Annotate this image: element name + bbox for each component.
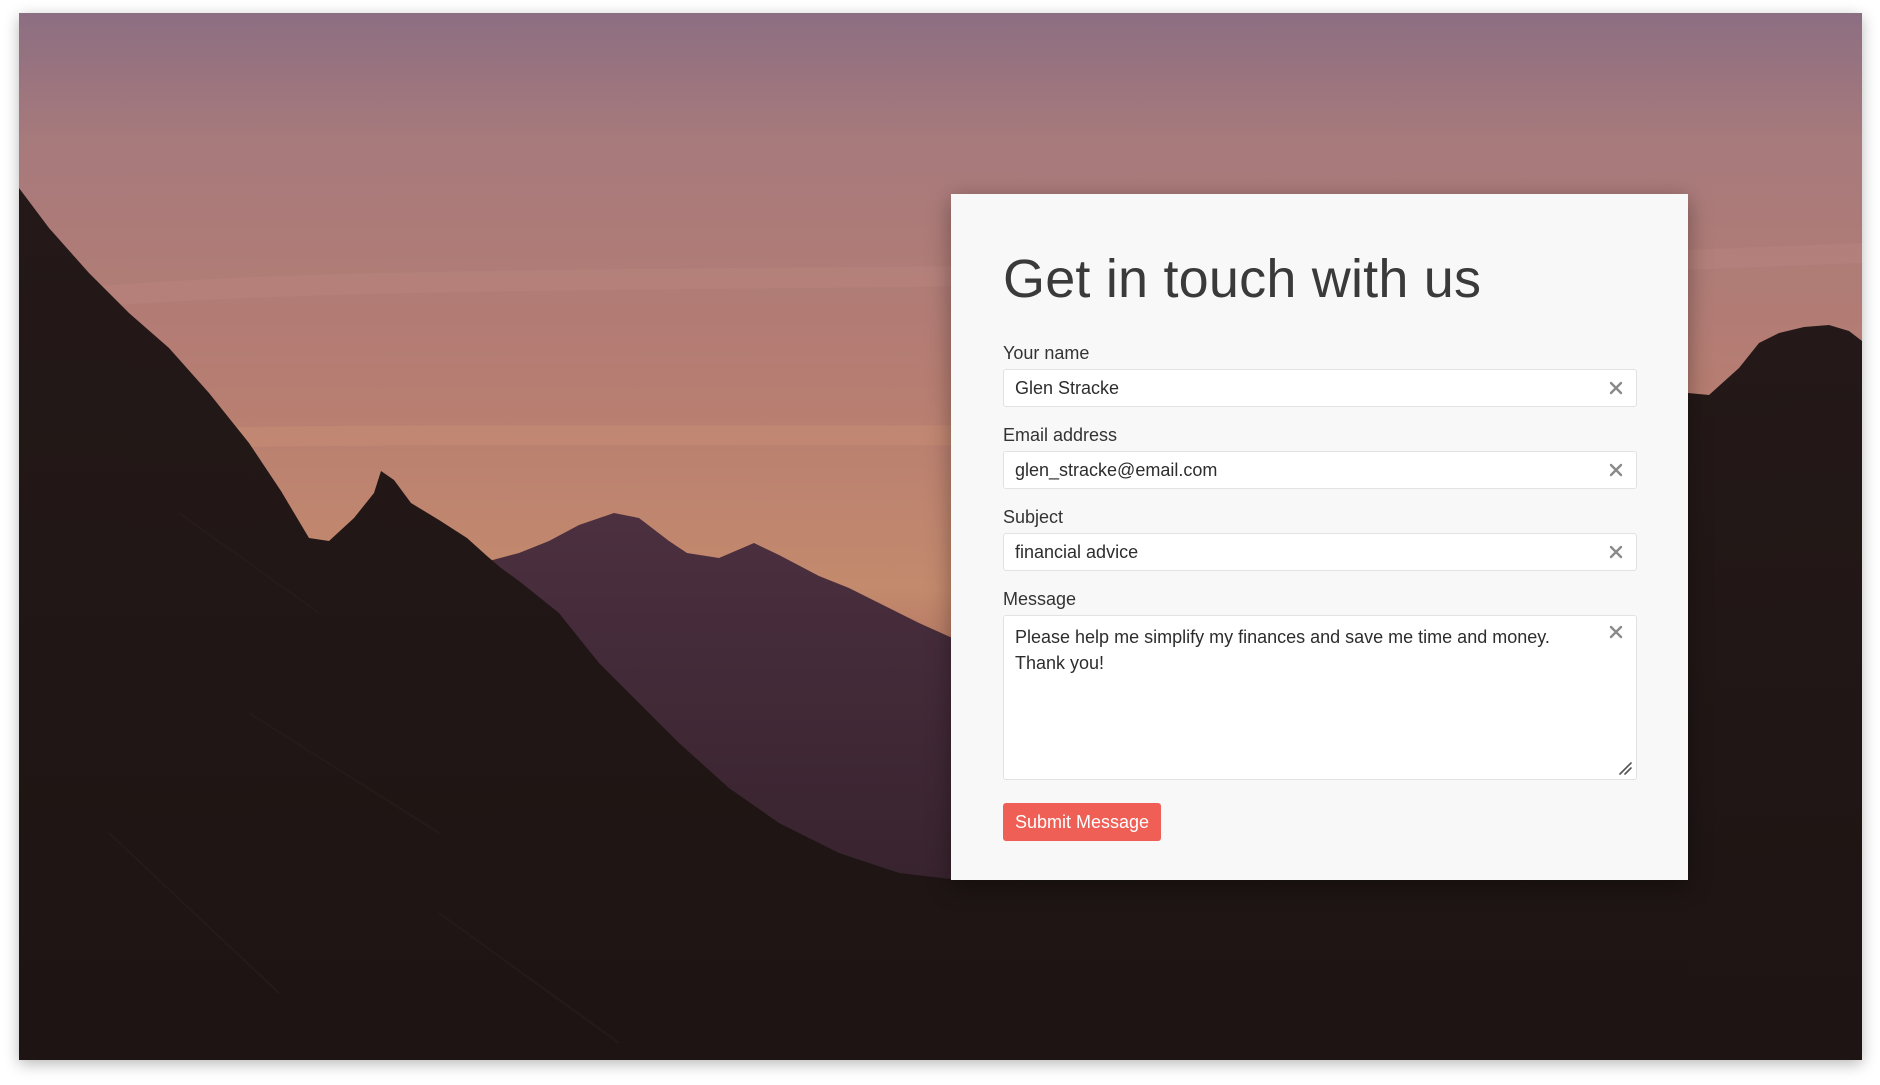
submit-message-button[interactable]: Submit Message <box>1003 803 1162 841</box>
email-field-group: Email address <box>1003 425 1637 489</box>
resize-handle-icon[interactable] <box>1618 761 1632 775</box>
subject-field-group: Subject <box>1003 507 1637 571</box>
close-icon[interactable] <box>1606 378 1626 398</box>
contact-form-card: Get in touch with us Your name Email add… <box>951 194 1688 880</box>
subject-input-box <box>1003 533 1637 571</box>
close-icon[interactable] <box>1606 622 1626 642</box>
message-textarea[interactable]: Please help me simplify my finances and … <box>1004 616 1585 774</box>
name-field-group: Your name <box>1003 343 1637 407</box>
name-input-box <box>1003 369 1637 407</box>
email-input-box <box>1003 451 1637 489</box>
message-textarea-box: Please help me simplify my finances and … <box>1003 615 1637 780</box>
close-icon[interactable] <box>1606 542 1626 562</box>
page-frame: Get in touch with us Your name Email add… <box>19 13 1862 1060</box>
email-label: Email address <box>1003 425 1118 445</box>
message-field-group: Message Please help me simplify my finan… <box>1003 589 1637 780</box>
name-input[interactable] <box>1004 370 1575 406</box>
subject-label: Subject <box>1003 507 1064 527</box>
close-icon[interactable] <box>1606 460 1626 480</box>
email-input[interactable] <box>1004 452 1575 488</box>
message-label: Message <box>1003 589 1077 609</box>
subject-input[interactable] <box>1004 534 1575 570</box>
name-label: Your name <box>1003 343 1090 363</box>
page-title: Get in touch with us <box>1003 249 1482 309</box>
